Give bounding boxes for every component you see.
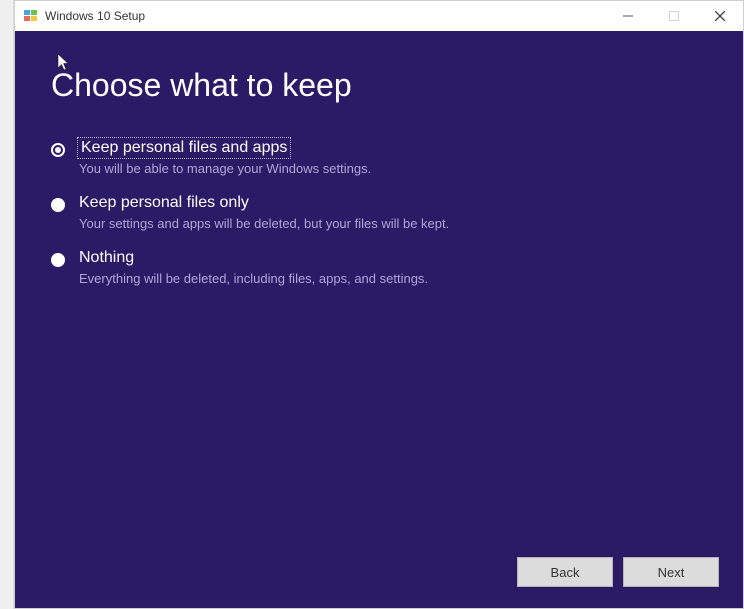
close-button[interactable] (697, 1, 743, 31)
radio-icon (51, 198, 65, 212)
options-group: Keep personal files and apps You will be… (51, 139, 703, 304)
next-button[interactable]: Next (623, 557, 719, 587)
titlebar[interactable]: Windows 10 Setup (15, 1, 743, 31)
minimize-button[interactable] (605, 1, 651, 31)
page-heading: Choose what to keep (51, 67, 352, 104)
back-button[interactable]: Back (517, 557, 613, 587)
option-desc: Your settings and apps will be deleted, … (79, 216, 703, 231)
option-label: Keep personal files and apps (79, 139, 289, 157)
option-text: Keep personal files only Your settings a… (79, 194, 703, 231)
app-icon (23, 8, 39, 24)
option-text: Nothing Everything will be deleted, incl… (79, 249, 703, 286)
option-label: Keep personal files only (79, 194, 249, 212)
option-keep-files-only[interactable]: Keep personal files only Your settings a… (51, 194, 703, 231)
background-edge (0, 0, 14, 609)
option-desc: You will be able to manage your Windows … (79, 161, 703, 176)
footer-buttons: Back Next (517, 557, 719, 587)
radio-icon (51, 253, 65, 267)
window-title: Windows 10 Setup (45, 9, 605, 23)
maximize-button[interactable] (651, 1, 697, 31)
option-nothing[interactable]: Nothing Everything will be deleted, incl… (51, 249, 703, 286)
option-desc: Everything will be deleted, including fi… (79, 271, 703, 286)
option-label: Nothing (79, 249, 134, 267)
setup-window: Windows 10 Setup Choose what to keep (14, 0, 744, 609)
option-keep-files-apps[interactable]: Keep personal files and apps You will be… (51, 139, 703, 176)
window-controls (605, 1, 743, 31)
option-text: Keep personal files and apps You will be… (79, 139, 703, 176)
content-area: Choose what to keep Keep personal files … (15, 31, 743, 608)
radio-icon (51, 143, 65, 157)
